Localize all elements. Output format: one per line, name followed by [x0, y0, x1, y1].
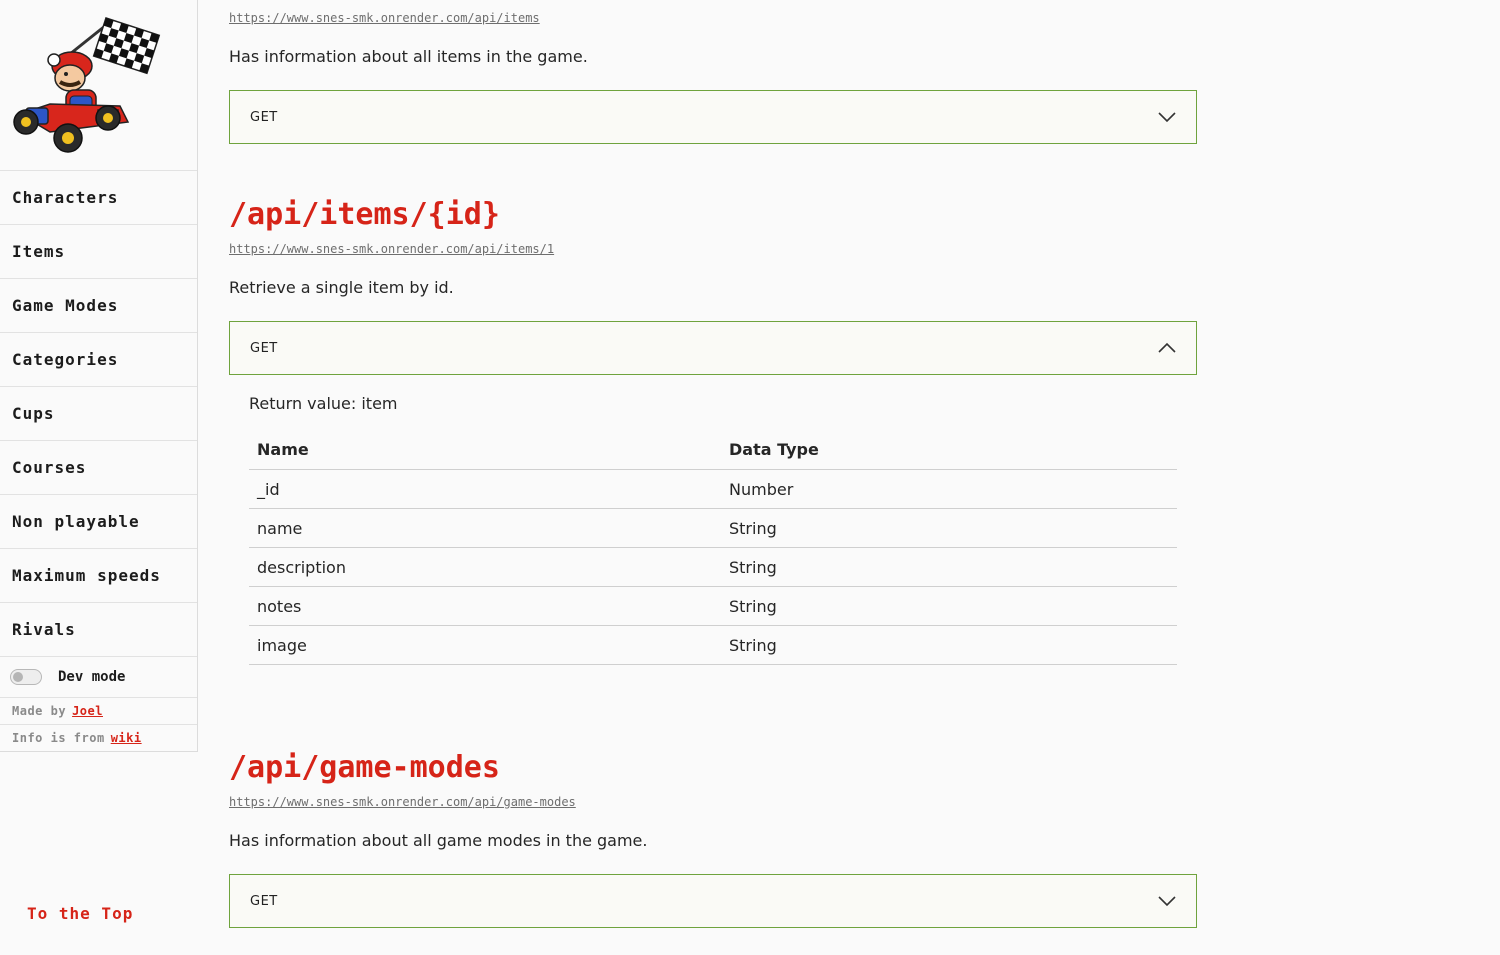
nav-rivals[interactable]: Rivals — [0, 603, 197, 657]
dev-mode-toggle[interactable] — [10, 669, 42, 685]
table-row: image String — [249, 625, 1177, 665]
nav-characters[interactable]: Characters — [0, 171, 197, 225]
column-header-name: Name — [249, 430, 721, 470]
return-fields-table: Name Data Type _id Number name String de… — [249, 430, 1177, 665]
nav-cups[interactable]: Cups — [0, 387, 197, 441]
field-type: String — [721, 625, 1177, 665]
field-name: notes — [249, 586, 721, 626]
field-type: String — [721, 547, 1177, 587]
field-type: Number — [721, 469, 1177, 509]
method-label: GET — [250, 893, 278, 909]
chevron-up-icon — [1158, 342, 1176, 353]
logo-container — [0, 0, 197, 171]
nav-items[interactable]: Items — [0, 225, 197, 279]
table-row: notes String — [249, 586, 1177, 626]
nav-game-modes[interactable]: Game Modes — [0, 279, 197, 333]
field-type: String — [721, 508, 1177, 548]
to-the-top-link[interactable]: To the Top — [27, 904, 133, 923]
method-label: GET — [250, 109, 278, 125]
field-name: _id — [249, 469, 721, 509]
endpoint-title-items-id: /api/items/{id} — [229, 197, 500, 232]
method-label: GET — [250, 340, 278, 356]
table-row: _id Number — [249, 469, 1177, 509]
endpoint-url-items[interactable]: https://www.snes-smk.onrender.com/api/it… — [229, 11, 540, 25]
sidebar: Characters Items Game Modes Categories C… — [0, 0, 198, 752]
field-type: String — [721, 586, 1177, 626]
wiki-link[interactable]: wiki — [111, 731, 142, 745]
field-name: description — [249, 547, 721, 587]
field-name: image — [249, 625, 721, 665]
table-row: name String — [249, 508, 1177, 548]
mario-kart-logo[interactable] — [10, 14, 166, 156]
endpoint-description-game-modes: Has information about all game modes in … — [229, 831, 648, 850]
field-name: name — [249, 508, 721, 548]
made-by-row: Made by Joel — [0, 698, 197, 725]
author-link[interactable]: Joel — [72, 704, 103, 718]
nav-courses[interactable]: Courses — [0, 441, 197, 495]
dev-mode-row: Dev mode — [0, 657, 197, 698]
endpoint-description-items-id: Retrieve a single item by id. — [229, 278, 454, 297]
nav-non-playable[interactable]: Non playable — [0, 495, 197, 549]
table-row: description String — [249, 547, 1177, 587]
get-accordion-items-id[interactable]: GET — [229, 321, 1197, 375]
get-accordion-game-modes[interactable]: GET — [229, 874, 1197, 928]
toggle-knob — [13, 672, 23, 682]
nav-categories[interactable]: Categories — [0, 333, 197, 387]
endpoint-url-items-id[interactable]: https://www.snes-smk.onrender.com/api/it… — [229, 242, 554, 256]
chevron-down-icon — [1158, 112, 1176, 123]
column-header-data-type: Data Type — [721, 430, 1177, 470]
get-accordion-items[interactable]: GET — [229, 90, 1197, 144]
info-source-text: Info is from — [12, 731, 105, 745]
made-by-text: Made by — [12, 704, 67, 718]
info-source-row: Info is from wiki — [0, 725, 197, 751]
endpoint-title-game-modes: /api/game-modes — [229, 750, 500, 785]
endpoint-url-game-modes[interactable]: https://www.snes-smk.onrender.com/api/ga… — [229, 795, 576, 809]
nav-maximum-speeds[interactable]: Maximum speeds — [0, 549, 197, 603]
table-header-row: Name Data Type — [249, 430, 1177, 470]
endpoint-description-items: Has information about all items in the g… — [229, 47, 588, 66]
chevron-down-icon — [1158, 896, 1176, 907]
return-value-text: Return value: item — [249, 394, 398, 413]
dev-mode-label: Dev mode — [58, 669, 126, 685]
